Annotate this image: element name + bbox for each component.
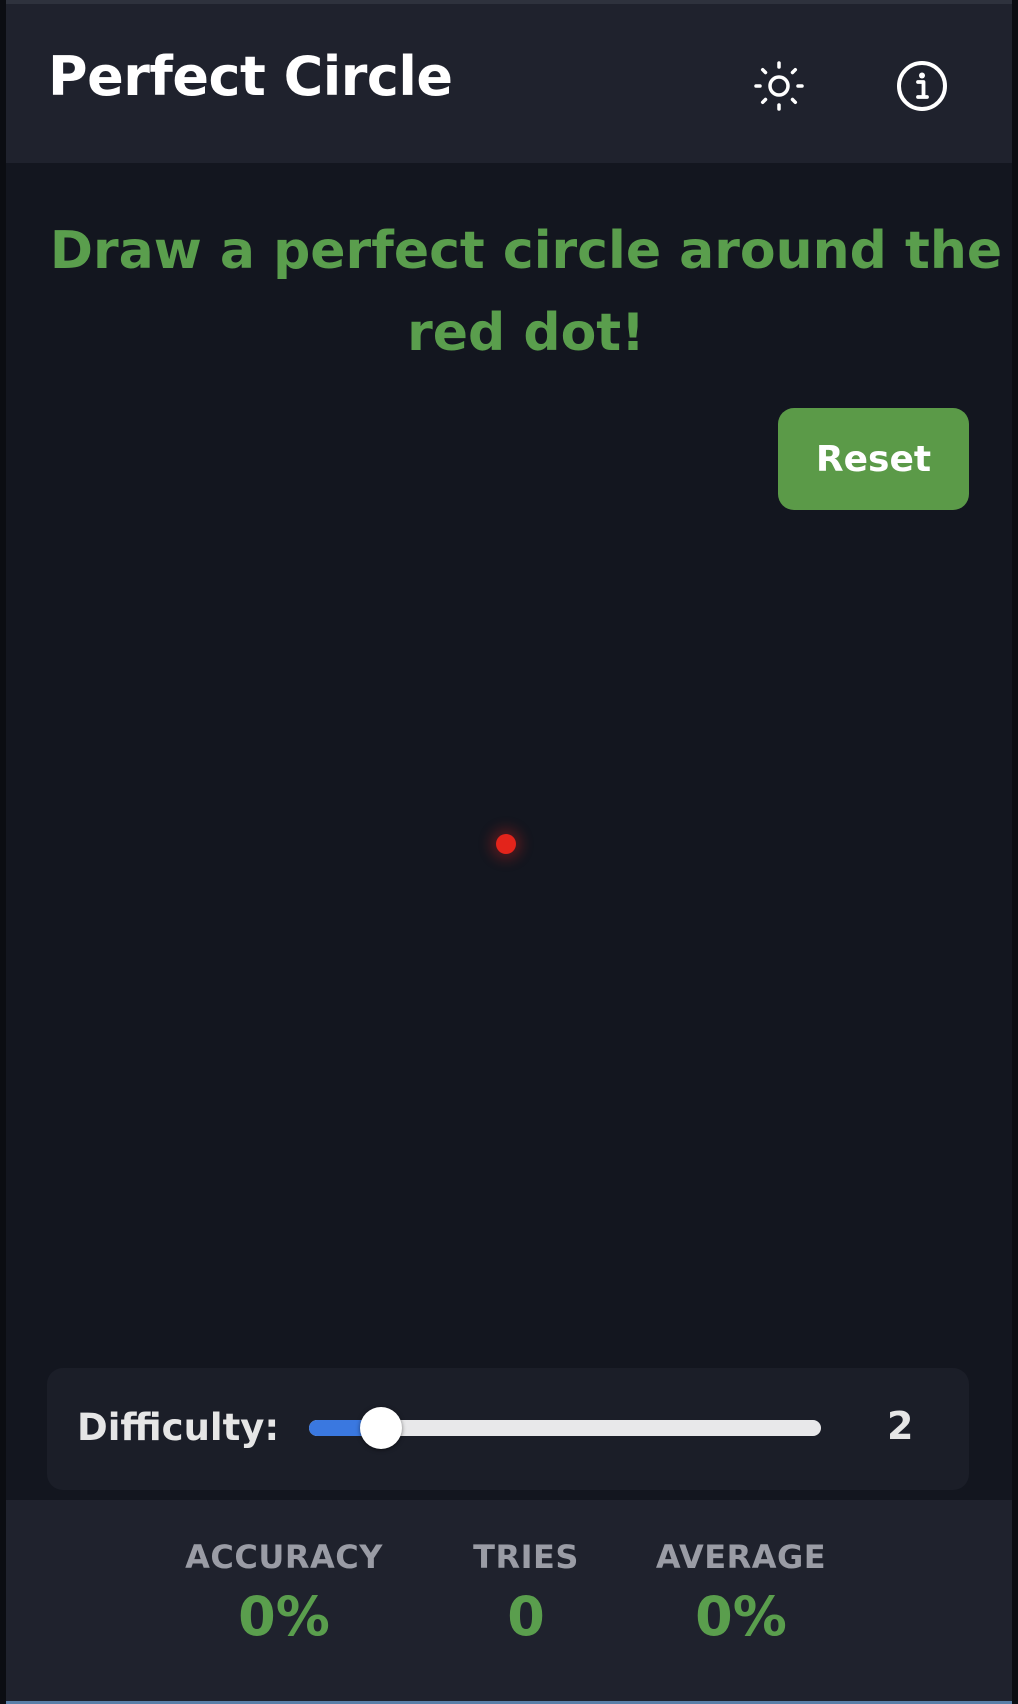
stat-average: AVERAGE 0% (646, 1538, 836, 1644)
average-label: AVERAGE (655, 1538, 827, 1576)
difficulty-slider[interactable] (309, 1407, 821, 1449)
app-frame: Perfect Circle Draw a perfect circle aro… (6, 0, 1012, 1704)
tries-label: TRIES (473, 1538, 579, 1576)
theme-toggle-button[interactable] (749, 56, 809, 116)
top-bar: Perfect Circle (6, 0, 1012, 163)
difficulty-label: Difficulty: (77, 1406, 280, 1449)
instruction-text: Draw a perfect circle around the red dot… (49, 221, 1003, 363)
accuracy-label: ACCURACY (185, 1538, 383, 1576)
tries-value: 0 (507, 1585, 545, 1648)
info-icon (897, 61, 947, 111)
info-button[interactable] (892, 56, 952, 116)
difficulty-panel: Difficulty: 2 (47, 1368, 969, 1490)
accuracy-value: 0% (238, 1585, 330, 1648)
average-value: 0% (695, 1585, 787, 1648)
stat-tries: TRIES 0 (456, 1538, 596, 1644)
red-dot-target (496, 834, 516, 854)
difficulty-slider-thumb[interactable] (359, 1407, 402, 1449)
stats-bar: ACCURACY 0% TRIES 0 AVERAGE 0% (6, 1500, 1012, 1704)
difficulty-value: 2 (887, 1404, 914, 1448)
stat-accuracy: ACCURACY 0% (184, 1538, 384, 1644)
sun-icon (754, 61, 804, 111)
app-title: Perfect Circle (48, 45, 453, 108)
reset-button[interactable]: Reset (778, 408, 969, 510)
